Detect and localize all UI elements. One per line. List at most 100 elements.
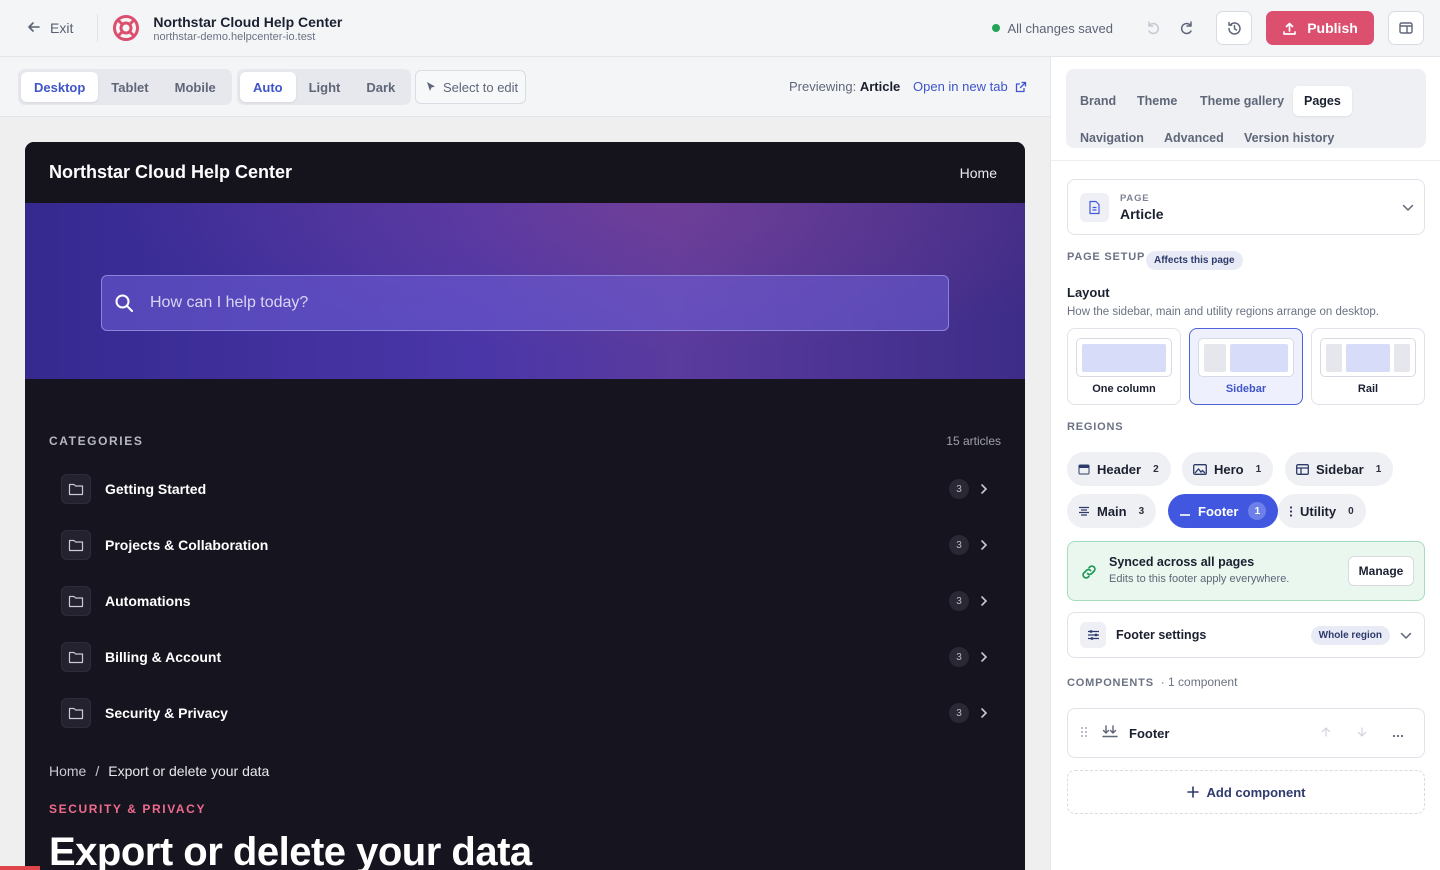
- undo-button[interactable]: [1141, 16, 1165, 40]
- previewing-label: Previewing: Article: [789, 79, 900, 94]
- footer-settings-accordion[interactable]: Footer settings Whole region: [1067, 612, 1425, 658]
- document-icon: [1080, 192, 1109, 222]
- sliders-icon: [1080, 622, 1106, 648]
- breadcrumb-current: Export or delete your data: [108, 763, 270, 779]
- breadcrumb-home[interactable]: Home: [49, 763, 86, 779]
- component-name: Footer: [1129, 725, 1170, 741]
- site-hero[interactable]: How can I help today?: [25, 203, 1025, 379]
- site-search-input[interactable]: How can I help today?: [101, 275, 949, 331]
- add-component-button[interactable]: Add component: [1067, 770, 1425, 814]
- preview-canvas: Northstar Cloud Help Center Home How can…: [0, 117, 1050, 870]
- history-icon: [1227, 21, 1241, 35]
- redo-button[interactable]: [1175, 16, 1199, 40]
- arrow-up-icon: [1321, 726, 1331, 737]
- tab-navigation[interactable]: Navigation: [1069, 123, 1155, 153]
- region-chip-header[interactable]: Header 2: [1067, 452, 1171, 486]
- link-icon: [1080, 563, 1098, 584]
- categories-section: CATEGORIES 15 articles: [49, 434, 1001, 448]
- theme-auto[interactable]: Auto: [240, 72, 296, 102]
- chevron-right-icon: [969, 595, 999, 607]
- region-chip-hero[interactable]: Hero 1: [1182, 452, 1274, 486]
- exit-label: Exit: [50, 20, 74, 36]
- region-count: 1: [1375, 463, 1382, 475]
- region-name: Main: [1097, 503, 1127, 519]
- theme-dark[interactable]: Dark: [353, 72, 408, 102]
- tab-theme[interactable]: Theme: [1126, 86, 1188, 116]
- region-chip-main[interactable]: Main 3: [1067, 494, 1157, 528]
- tab-brand[interactable]: Brand: [1069, 86, 1127, 116]
- page-setup-label: PAGE SETUP: [1067, 251, 1146, 263]
- components-title: COMPONENTS: [1067, 677, 1154, 689]
- move-down-button[interactable]: [1356, 726, 1368, 741]
- chevron-right-icon: [969, 651, 999, 663]
- theme-light[interactable]: Light: [296, 72, 354, 102]
- saved-dot-icon: [992, 24, 1001, 32]
- category-row[interactable]: Billing & Account 3: [61, 639, 1001, 675]
- theme-switcher: Auto Light Dark: [237, 69, 412, 105]
- select-to-edit-button[interactable]: Select to edit: [415, 70, 526, 104]
- save-status: All changes saved: [992, 21, 1113, 36]
- app-titles: Northstar Cloud Help Center northstar-de…: [153, 14, 342, 43]
- lifebuoy-logo-icon: [112, 14, 140, 42]
- page-selector[interactable]: PAGE Article: [1067, 179, 1425, 235]
- device-desktop[interactable]: Desktop: [21, 72, 99, 102]
- layout-option-one-column[interactable]: One column: [1067, 328, 1181, 405]
- category-row[interactable]: Security & Privacy 3: [61, 695, 1001, 731]
- category-name: Projects & Collaboration: [105, 537, 269, 553]
- drag-handle-icon[interactable]: [1080, 726, 1088, 741]
- select-to-edit-label: Select to edit: [443, 79, 519, 95]
- preview-toolbar: Desktop Tablet Mobile Auto Light Dark Se…: [0, 57, 1050, 117]
- affects-page-badge: Affects this page: [1146, 251, 1243, 270]
- components-label: COMPONENTS · 1 component: [1067, 675, 1237, 689]
- previewing-prefix: Previewing:: [789, 79, 857, 94]
- site-header[interactable]: Northstar Cloud Help Center Home: [25, 142, 1025, 203]
- publish-button[interactable]: Publish: [1266, 11, 1374, 45]
- categories-title: CATEGORIES: [49, 434, 144, 448]
- category-count-badge: 3: [949, 535, 969, 555]
- category-row[interactable]: Automations 3: [61, 583, 1001, 619]
- chevron-right-icon: [969, 707, 999, 719]
- site-title: Northstar Cloud Help Center: [49, 162, 293, 182]
- layout-option-rail[interactable]: Rail: [1311, 328, 1425, 405]
- folder-icon: [61, 698, 91, 728]
- component-item[interactable]: Footer: [1067, 708, 1425, 758]
- tab-version-history[interactable]: Version history: [1233, 123, 1345, 153]
- folder-icon: [61, 474, 91, 504]
- category-name: Getting Started: [105, 481, 207, 497]
- manage-button[interactable]: Manage: [1348, 556, 1414, 586]
- synced-title: Synced across all pages: [1109, 555, 1255, 569]
- move-up-button[interactable]: [1320, 726, 1332, 741]
- tab-pages[interactable]: Pages: [1293, 86, 1352, 116]
- site-nav-home[interactable]: Home: [960, 165, 997, 181]
- tab-theme-gallery[interactable]: Theme gallery: [1189, 86, 1295, 116]
- top-actions: All changes saved Publish: [992, 0, 1440, 56]
- category-name: Billing & Account: [105, 649, 222, 665]
- region-name: Footer: [1198, 503, 1239, 519]
- history-button[interactable]: [1216, 11, 1252, 45]
- image-icon: [1193, 463, 1207, 475]
- more-options-button[interactable]: [1392, 726, 1404, 741]
- open-new-tab-link[interactable]: Open in new tab: [913, 79, 1027, 94]
- components-count: · 1 component: [1160, 675, 1238, 689]
- page-value: Article: [1120, 205, 1164, 222]
- panel-tabs: Brand Theme Theme gallery Pages Navigati…: [1066, 69, 1426, 148]
- layout-title: Layout: [1067, 285, 1110, 300]
- device-tablet[interactable]: Tablet: [98, 72, 161, 102]
- layout-option-sidebar[interactable]: Sidebar: [1189, 328, 1303, 405]
- sidebar-region-icon: [1296, 463, 1309, 475]
- site-preview[interactable]: Northstar Cloud Help Center Home How can…: [25, 142, 1025, 870]
- categories-count: 15 articles: [946, 434, 1001, 448]
- toggle-panel-button[interactable]: [1388, 11, 1424, 45]
- folder-icon: [61, 642, 91, 672]
- region-chip-utility[interactable]: Utility 0: [1278, 494, 1366, 528]
- layout-thumbnail: [1198, 338, 1294, 377]
- category-row[interactable]: Projects & Collaboration 3: [61, 527, 1001, 563]
- category-row[interactable]: Getting Started 3: [61, 471, 1001, 507]
- region-chip-footer[interactable]: Footer 1: [1168, 494, 1279, 528]
- device-mobile[interactable]: Mobile: [162, 72, 229, 102]
- region-count: 3: [1138, 505, 1145, 517]
- tab-advanced[interactable]: Advanced: [1153, 123, 1235, 153]
- exit-button[interactable]: Exit: [26, 19, 73, 38]
- region-chip-sidebar[interactable]: Sidebar 1: [1285, 452, 1394, 486]
- layout-thumbnail: [1076, 338, 1172, 377]
